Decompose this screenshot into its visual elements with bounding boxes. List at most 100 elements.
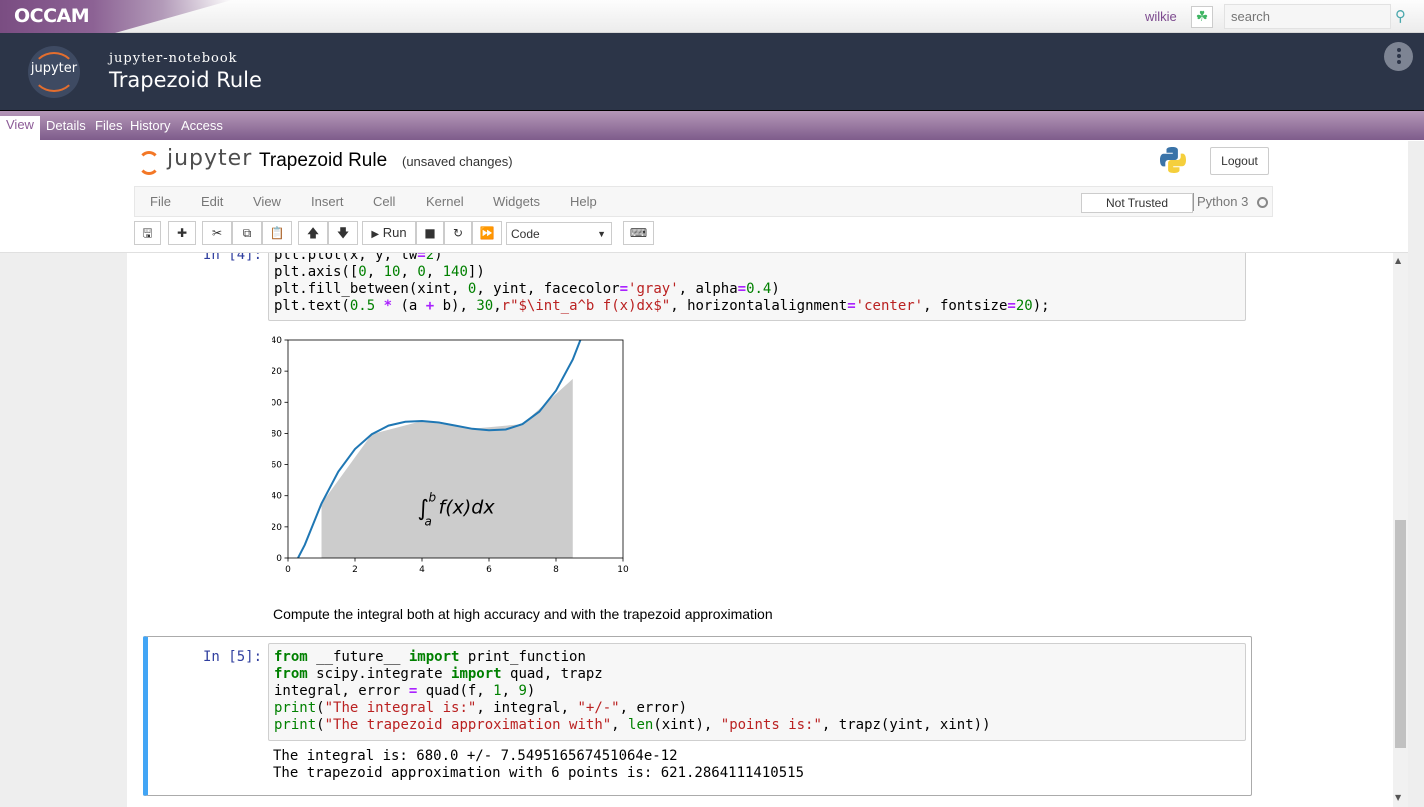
arrow-down-icon: 🡇	[336, 226, 350, 240]
code-line: plt.text(0.5 * (a + b), 30,r"$\int_a^b f…	[274, 298, 1050, 314]
trust-button[interactable]: Not Trusted	[1081, 193, 1193, 213]
trapezoid-fill	[321, 378, 573, 558]
menu-kernel[interactable]: Kernel	[426, 194, 464, 209]
cut-button[interactable]: ✂	[202, 221, 232, 245]
menu-help[interactable]: Help	[570, 194, 597, 209]
restart-run-all-button[interactable]: ⏩	[472, 221, 502, 245]
avatar-icon[interactable]: ☘	[1191, 6, 1213, 28]
paste-icon: 📋	[269, 226, 285, 240]
code-line: plt.plot(x, y, lw=2)	[274, 253, 443, 263]
menu-widgets[interactable]: Widgets	[493, 194, 540, 209]
code-line: integral, error = quad(f, 1, 9)	[274, 683, 536, 699]
occam-logo[interactable]: OCCAM	[0, 0, 232, 33]
cell4-prompt: In [4]:	[203, 253, 263, 263]
x-tick-label: 10	[617, 565, 629, 575]
kernel-idle-icon	[1257, 197, 1268, 208]
object-tab-bar: View Details Files History Access	[0, 110, 1424, 140]
tab-access[interactable]: Access	[175, 117, 229, 141]
plus-icon: ✚	[176, 226, 188, 240]
occam-top-bar: OCCAM wilkie ☘ ⚲	[0, 0, 1424, 33]
page-scrollbar[interactable]: ▲ ▼	[1393, 253, 1408, 807]
search-input[interactable]	[1224, 4, 1391, 29]
object-title: Trapezoid Rule	[109, 68, 262, 92]
notebook-header: jupyter Trapezoid Rule (unsaved changes)…	[0, 141, 1408, 253]
cell5-prompt: In [5]:	[203, 649, 263, 665]
cell-type-select[interactable]: Code ▼	[506, 222, 612, 245]
object-type: jupyter-notebook	[109, 51, 238, 66]
cell5-output-line: The trapezoid approximation with 6 point…	[273, 765, 805, 781]
search-icon[interactable]: ⚲	[1395, 7, 1413, 27]
integral-lower-limit: a	[425, 514, 432, 528]
y-tick-label: 100	[272, 398, 282, 408]
run-button[interactable]: ▶ Run	[362, 221, 416, 245]
move-up-button[interactable]: 🡅	[298, 221, 328, 245]
tab-files[interactable]: Files	[89, 117, 128, 141]
integral-body: f(x)dx	[439, 496, 496, 518]
y-tick-label: 80	[272, 429, 282, 439]
move-down-button[interactable]: 🡇	[328, 221, 358, 245]
scissors-icon: ✂	[211, 226, 223, 240]
code-line: from scipy.integrate import quad, trapz	[274, 666, 603, 682]
notebook-page: In [4]: plt.plot(x, y, lw=2) plt.axis([0…	[127, 253, 1393, 807]
copy-icon: ⧉	[242, 226, 252, 240]
save-icon: 🖫	[142, 226, 153, 240]
trapezoid-chart: 0246810020406080100120140∫baf(x)dx	[272, 336, 629, 575]
cell4-code-editor[interactable]: plt.plot(x, y, lw=2) plt.axis([0, 10, 0,…	[268, 253, 1246, 321]
paste-button[interactable]: 📋	[262, 221, 292, 245]
code-line: print("The trapezoid approximation with"…	[274, 717, 991, 733]
save-button[interactable]: 🖫	[134, 221, 161, 245]
x-tick-label: 6	[486, 565, 492, 575]
jupyter-icon-label: jupyter	[30, 61, 78, 76]
kernel-separator	[1193, 193, 1194, 211]
interrupt-button[interactable]: ■	[416, 221, 444, 245]
cell5-code-editor[interactable]: from __future__ import print_function fr…	[268, 643, 1246, 741]
menu-file[interactable]: File	[150, 194, 171, 209]
command-palette-button[interactable]: ⌨	[623, 221, 654, 245]
keyboard-icon: ⌨	[629, 226, 648, 240]
insert-cell-button[interactable]: ✚	[168, 221, 196, 245]
logout-button[interactable]: Logout	[1210, 147, 1269, 175]
cell5-output-line: The integral is: 680.0 +/- 7.54951656745…	[273, 748, 678, 764]
code-line: plt.axis([0, 10, 0, 140])	[274, 264, 485, 280]
code-line: plt.fill_between(xint, 0, yint, facecolo…	[274, 281, 780, 297]
object-header: jupyter jupyter-notebook Trapezoid Rule	[0, 33, 1424, 110]
code-line: print("The integral is:", integral, "+/-…	[274, 700, 688, 716]
stop-icon: ■	[424, 226, 436, 240]
step-forward-icon: ▶	[371, 229, 380, 240]
tab-details[interactable]: Details	[40, 117, 92, 141]
scroll-down-icon[interactable]: ▼	[1395, 793, 1401, 802]
menu-edit[interactable]: Edit	[201, 194, 223, 209]
scroll-up-icon[interactable]: ▲	[1395, 256, 1401, 265]
tab-view[interactable]: View	[0, 116, 40, 140]
y-tick-label: 120	[272, 367, 282, 377]
more-options-icon[interactable]	[1384, 42, 1413, 71]
notebook-title[interactable]: Trapezoid Rule	[259, 150, 387, 172]
code-line: from __future__ import print_function	[274, 649, 586, 665]
integral-upper-limit: b	[429, 490, 437, 504]
x-tick-label: 0	[285, 565, 291, 575]
restart-button[interactable]: ↻	[444, 221, 472, 245]
occam-brand-text: OCCAM	[14, 5, 90, 27]
chevron-down-icon: ▼	[597, 229, 606, 239]
x-tick-label: 8	[553, 565, 559, 575]
x-tick-label: 4	[419, 565, 425, 575]
tab-history[interactable]: History	[124, 117, 176, 141]
y-tick-label: 60	[272, 461, 282, 471]
run-label: Run	[382, 225, 407, 240]
copy-button[interactable]: ⧉	[232, 221, 262, 245]
jupyter-logo-text: jupyter	[167, 146, 253, 171]
y-tick-label: 20	[272, 523, 282, 533]
scroll-thumb[interactable]	[1395, 520, 1406, 748]
save-status: (unsaved changes)	[402, 154, 513, 169]
username-link[interactable]: wilkie	[1145, 9, 1177, 24]
jupyter-logo-icon	[138, 151, 160, 175]
menu-insert[interactable]: Insert	[311, 194, 344, 209]
arrow-up-icon: 🡅	[306, 226, 320, 240]
x-tick-label: 2	[352, 565, 358, 575]
menu-cell[interactable]: Cell	[373, 194, 395, 209]
menu-bar: File Edit View Insert Cell Kernel Widget…	[134, 186, 1273, 217]
python-logo-icon	[1160, 147, 1186, 173]
menu-view[interactable]: View	[253, 194, 281, 209]
y-tick-label: 0	[276, 554, 282, 564]
y-tick-label: 40	[272, 492, 282, 502]
